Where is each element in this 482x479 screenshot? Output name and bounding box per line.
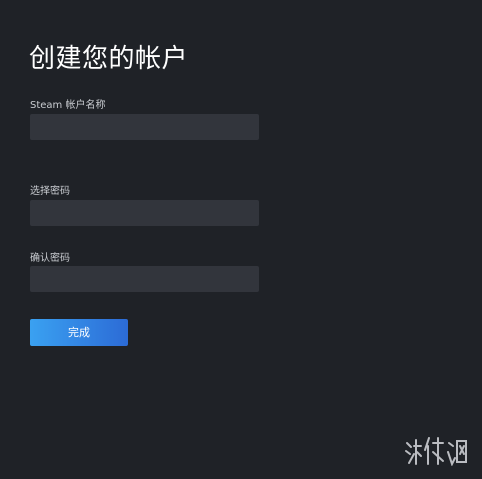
account-name-label: Steam 帐户名称 bbox=[30, 100, 106, 111]
watermark-logo bbox=[405, 437, 467, 466]
confirm-password-label: 确认密码 bbox=[30, 253, 70, 264]
page-title: 创建您的帐户 bbox=[29, 44, 189, 74]
password-input[interactable] bbox=[30, 200, 259, 226]
account-name-input[interactable] bbox=[30, 114, 259, 140]
done-button[interactable]: 完成 bbox=[30, 319, 128, 346]
confirm-password-input[interactable] bbox=[30, 266, 259, 292]
password-label: 选择密码 bbox=[30, 186, 70, 197]
